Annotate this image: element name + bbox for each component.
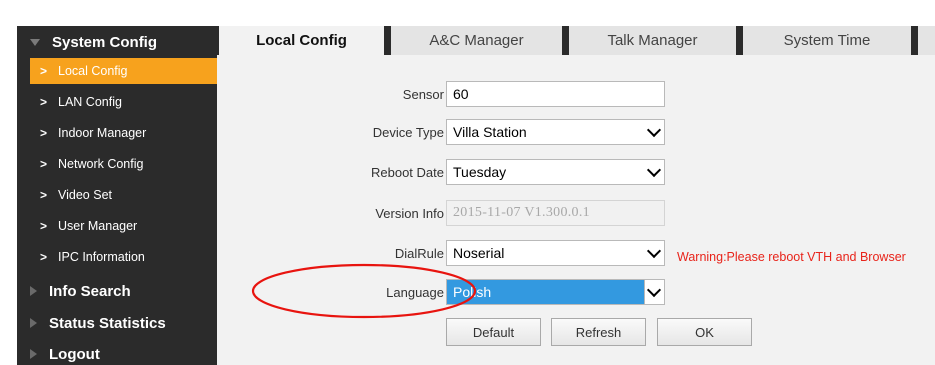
- sidebar-item-label: IPC Information: [58, 250, 145, 264]
- sidebar-group-logout[interactable]: Logout: [17, 341, 217, 365]
- language-value: Polish: [453, 284, 492, 300]
- sidebar-group-system-config[interactable]: System Config: [17, 29, 217, 55]
- tab-label: A&C Manager: [429, 32, 524, 49]
- language-select[interactable]: Polish: [446, 279, 665, 305]
- sidebar: System Config > Local Config > LAN Confi…: [17, 26, 217, 365]
- sidebar-item-label: Video Set: [58, 188, 112, 202]
- sensor-label: Sensor: [402, 87, 444, 102]
- sidebar-item-ipc-information[interactable]: > IPC Information: [30, 244, 217, 270]
- collapsed-arrow-icon: [30, 349, 37, 359]
- sidebar-group-label: Status Statistics: [49, 314, 166, 332]
- chevron-right-icon: >: [40, 250, 48, 264]
- sidebar-item-indoor-manager[interactable]: > Indoor Manager: [30, 120, 217, 146]
- tab-ac-manager[interactable]: A&C Manager: [391, 26, 562, 55]
- version-info-field: 2015-11-07 V1.300.0.1: [446, 200, 665, 226]
- sidebar-item-label: Network Config: [58, 157, 144, 171]
- sidebar-item-video-set[interactable]: > Video Set: [30, 182, 217, 208]
- version-info-label: Version Info: [375, 206, 444, 221]
- tab-system-time[interactable]: System Time: [743, 26, 911, 55]
- device-type-select[interactable]: Villa Station: [446, 119, 665, 145]
- collapsed-arrow-icon: [30, 318, 37, 328]
- sidebar-item-label: Local Config: [58, 64, 128, 78]
- device-type-value: Villa Station: [453, 124, 527, 140]
- sidebar-item-label: User Manager: [58, 219, 138, 233]
- reboot-date-select[interactable]: Tuesday: [446, 159, 665, 185]
- sidebar-group-label: Logout: [49, 345, 100, 363]
- sidebar-group-label: Info Search: [49, 282, 131, 300]
- dialrule-value: Noserial: [453, 245, 505, 261]
- tab-talk-manager[interactable]: Talk Manager: [569, 26, 736, 55]
- tab-label: Local Config: [256, 32, 347, 49]
- sidebar-item-network-config[interactable]: > Network Config: [30, 151, 217, 177]
- sidebar-group-status-statistics[interactable]: Status Statistics: [17, 310, 217, 336]
- chevron-down-icon: [646, 162, 662, 178]
- version-info-value: 2015-11-07 V1.300.0.1: [453, 205, 590, 220]
- chevron-right-icon: >: [40, 219, 48, 233]
- reboot-warning: Warning:Please reboot VTH and Browser: [677, 250, 906, 264]
- language-label: Language: [386, 285, 444, 300]
- chevron-right-icon: >: [40, 157, 48, 171]
- chevron-right-icon: >: [40, 95, 48, 109]
- default-button[interactable]: Default: [446, 318, 541, 346]
- expand-arrow-icon: [30, 38, 40, 46]
- collapsed-arrow-icon: [30, 286, 37, 296]
- sidebar-item-local-config[interactable]: > Local Config: [30, 58, 217, 84]
- sidebar-item-label: Indoor Manager: [58, 126, 147, 140]
- ok-button[interactable]: OK: [657, 318, 752, 346]
- chevron-down-icon: [646, 243, 662, 259]
- refresh-button[interactable]: Refresh: [551, 318, 646, 346]
- sensor-value: 60: [453, 86, 469, 102]
- chevron-right-icon: >: [40, 126, 48, 140]
- device-type-label: Device Type: [372, 125, 444, 140]
- sidebar-group-info-search[interactable]: Info Search: [17, 278, 217, 304]
- reboot-date-value: Tuesday: [453, 164, 507, 180]
- sidebar-group-label: System Config: [52, 33, 158, 51]
- tab-bar: Local Config A&C Manager Talk Manager Sy…: [217, 26, 935, 55]
- local-config-panel: Sensor 60 Device Type Villa Station Rebo…: [217, 55, 935, 365]
- sidebar-item-user-manager[interactable]: > User Manager: [30, 213, 217, 239]
- chevron-right-icon: >: [40, 188, 48, 202]
- tab-label: Talk Manager: [607, 32, 698, 49]
- sidebar-item-lan-config[interactable]: > LAN Config: [30, 89, 217, 115]
- tab-overflow[interactable]: [918, 26, 935, 55]
- chevron-right-icon: >: [40, 64, 48, 78]
- dialrule-label: DialRule: [394, 246, 444, 261]
- tab-local-config[interactable]: Local Config: [219, 26, 384, 55]
- sensor-input[interactable]: 60: [446, 81, 665, 107]
- sidebar-item-label: LAN Config: [58, 95, 122, 109]
- dialrule-select[interactable]: Noserial: [446, 240, 665, 266]
- reboot-date-label: Reboot Date: [371, 165, 444, 180]
- tab-label: System Time: [783, 32, 871, 49]
- chevron-down-icon: [646, 122, 662, 138]
